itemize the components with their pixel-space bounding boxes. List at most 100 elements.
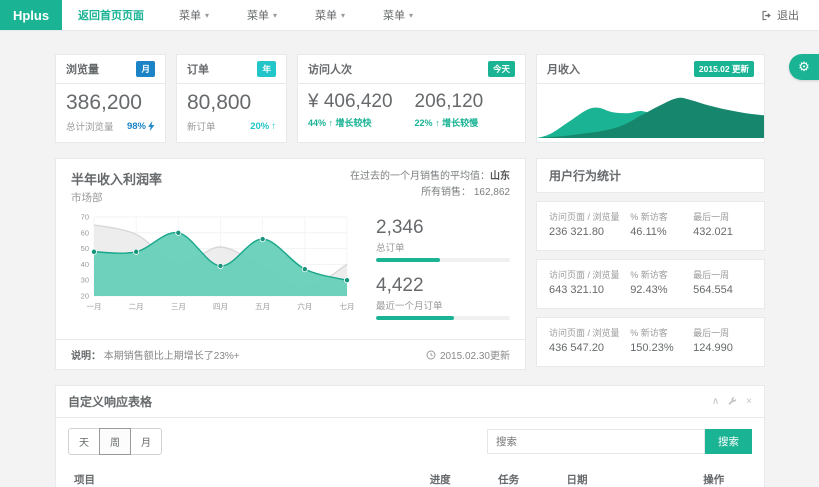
col-progress: 进度 — [424, 467, 492, 487]
card-pageviews-badge: 月 — [136, 61, 155, 77]
search-input[interactable] — [487, 429, 705, 454]
stat-value: 124.990 — [693, 342, 752, 354]
half-year-panel: 半年收入利润率 市场部 在过去的一个月销售的平均值：山东 所有销售： 162,8… — [55, 158, 526, 370]
nav-menu-2[interactable]: 菜单 ▾ — [228, 7, 296, 23]
logout-label: 退出 — [777, 7, 799, 23]
avg-sales-region: 山东 — [490, 171, 510, 182]
stat-label: 最后一周 — [693, 211, 752, 223]
theme-settings-button[interactable]: ⚙ — [789, 54, 819, 80]
svg-text:一月: 一月 — [87, 302, 102, 311]
card-visits: 访问人次 今天 ¥ 406,420 44% ↑ 增长较快 206,120 22% — [297, 54, 526, 143]
card-monthly-income: 月收入 2015.02 更新 — [536, 54, 765, 143]
col-date: 日期 — [560, 467, 697, 487]
stat-value: 564.554 — [693, 284, 752, 296]
user-stats-row: 访问页面 / 浏览量 643 321.10 % 新访客 92.43% 最后一周 … — [536, 259, 765, 309]
stat-label: % 新访客 — [630, 327, 693, 339]
stat-label: 访问页面 / 浏览量 — [549, 211, 630, 223]
note-label: 说明： — [71, 351, 101, 362]
card-pageviews-value: 386,200 — [66, 91, 155, 115]
arrow-up-icon: ↑ — [329, 118, 334, 128]
svg-text:四月: 四月 — [213, 302, 228, 311]
card-visits-title: 访问人次 — [308, 61, 352, 77]
stat-label: 最后一周 — [693, 327, 752, 339]
month-orders-label: 最近一个月订单 — [376, 298, 510, 312]
col-task: 任务 — [492, 467, 560, 487]
svg-text:六月: 六月 — [297, 301, 312, 311]
card-visits-right-note: 增长较慢 — [442, 118, 478, 128]
wrench-icon[interactable] — [728, 397, 737, 406]
card-monthly-income-badge: 2015.02 更新 — [694, 61, 754, 77]
stat-value: 236 321.80 — [549, 226, 630, 238]
caret-down-icon: ▾ — [205, 11, 209, 20]
summary-cards-row: 浏览量 月 386,200 总计浏览量 98% 订单 年 80, — [55, 54, 765, 143]
logout-button[interactable]: 退出 — [761, 0, 819, 30]
tab-month[interactable]: 月 — [130, 428, 162, 455]
card-visits-right-value: 206,120 — [415, 91, 484, 113]
close-icon[interactable]: × — [746, 396, 752, 407]
card-visits-left-value: ¥ 406,420 — [308, 91, 393, 113]
nav-menu-4[interactable]: 菜单 ▾ — [364, 7, 432, 23]
user-stats-row: 访问页面 / 浏览量 436 547.20 % 新访客 150.23% 最后一周… — [536, 317, 765, 367]
tab-week[interactable]: 周 — [99, 428, 131, 455]
nav-home-link[interactable]: 返回首页页面 — [62, 7, 160, 23]
month-orders-progress — [376, 316, 510, 320]
half-year-area-chart: 203040506070一月二月三月四月五月六月七月 — [71, 211, 358, 313]
nav-menu-3[interactable]: 菜单 ▾ — [296, 7, 364, 23]
card-orders: 订单 年 80,800 新订单 20% ↑ — [176, 54, 287, 143]
caret-down-icon: ▾ — [273, 11, 277, 20]
card-pageviews-sublabel: 总计浏览量 — [66, 119, 114, 133]
page-content: 浏览量 月 386,200 总计浏览量 98% 订单 年 80, — [0, 31, 819, 487]
nav-links: 返回首页页面 菜单 ▾ 菜单 ▾ 菜单 ▾ 菜单 ▾ — [62, 0, 432, 30]
total-orders-progress — [376, 258, 510, 262]
gear-icon: ⚙ — [798, 59, 810, 75]
svg-text:二月: 二月 — [129, 302, 144, 311]
card-orders-subvalue: 20% — [250, 121, 269, 132]
caret-down-icon: ▾ — [409, 11, 413, 20]
updated-text: 2015.02.30更新 — [440, 347, 510, 362]
clock-icon — [426, 350, 436, 360]
total-orders-value: 2,346 — [376, 217, 510, 239]
stat-value: 436 547.20 — [549, 342, 630, 354]
card-pageviews-title: 浏览量 — [66, 61, 99, 77]
table-panel-title: 自定义响应表格 — [68, 393, 152, 410]
card-orders-badge: 年 — [257, 61, 276, 77]
card-pageviews: 浏览量 月 386,200 总计浏览量 98% — [55, 54, 166, 143]
arrow-up-icon: ↑ — [435, 118, 440, 128]
svg-text:70: 70 — [81, 213, 89, 222]
middle-row: 半年收入利润率 市场部 在过去的一个月销售的平均值：山东 所有销售： 162,8… — [55, 158, 765, 370]
card-orders-title: 订单 — [187, 61, 209, 77]
user-stats-title: 用户行为统计 — [536, 158, 765, 193]
caret-down-icon: ▾ — [341, 11, 345, 20]
svg-text:60: 60 — [81, 228, 89, 237]
half-year-subtitle: 市场部 — [71, 190, 162, 205]
sign-out-icon — [761, 10, 772, 21]
stat-value: 432.021 — [693, 226, 752, 238]
half-year-title: 半年收入利润率 — [71, 169, 162, 188]
stat-value: 46.11% — [630, 226, 693, 238]
stat-value: 150.23% — [630, 342, 693, 354]
custom-table-panel: 自定义响应表格 ∧ × 天 周 月 搜索 — [55, 385, 765, 487]
stat-value: 92.43% — [630, 284, 693, 296]
svg-text:三月: 三月 — [171, 302, 186, 311]
top-navbar: Hplus 返回首页页面 菜单 ▾ 菜单 ▾ 菜单 ▾ 菜单 ▾ 退出 — [0, 0, 819, 31]
svg-text:50: 50 — [81, 244, 89, 253]
user-stats-panel: 用户行为统计 访问页面 / 浏览量 236 321.80 % 新访客 46.11… — [536, 158, 765, 370]
svg-text:五月: 五月 — [255, 302, 270, 311]
stat-label: 访问页面 / 浏览量 — [549, 269, 630, 281]
svg-text:30: 30 — [81, 276, 89, 285]
projects-table: 项目 进度 任务 日期 操作 米莫说 | MiMO Show 20% 2014.… — [68, 467, 752, 487]
stat-label: % 新访客 — [630, 269, 693, 281]
card-visits-left-percent: 44% — [308, 118, 326, 128]
tab-day[interactable]: 天 — [68, 428, 100, 455]
search-button[interactable]: 搜索 — [705, 429, 752, 454]
level-up-icon: ↑ — [271, 121, 276, 132]
period-tabs: 天 周 月 — [68, 428, 162, 455]
card-orders-sublabel: 新订单 — [187, 119, 216, 133]
total-orders-label: 总订单 — [376, 240, 510, 254]
collapse-icon[interactable]: ∧ — [712, 396, 719, 407]
stat-label: 访问页面 / 浏览量 — [549, 327, 630, 339]
svg-text:七月: 七月 — [340, 302, 355, 311]
app-logo[interactable]: Hplus — [0, 0, 62, 30]
card-visits-left-note: 增长较快 — [336, 118, 372, 128]
nav-menu-1[interactable]: 菜单 ▾ — [160, 7, 228, 23]
